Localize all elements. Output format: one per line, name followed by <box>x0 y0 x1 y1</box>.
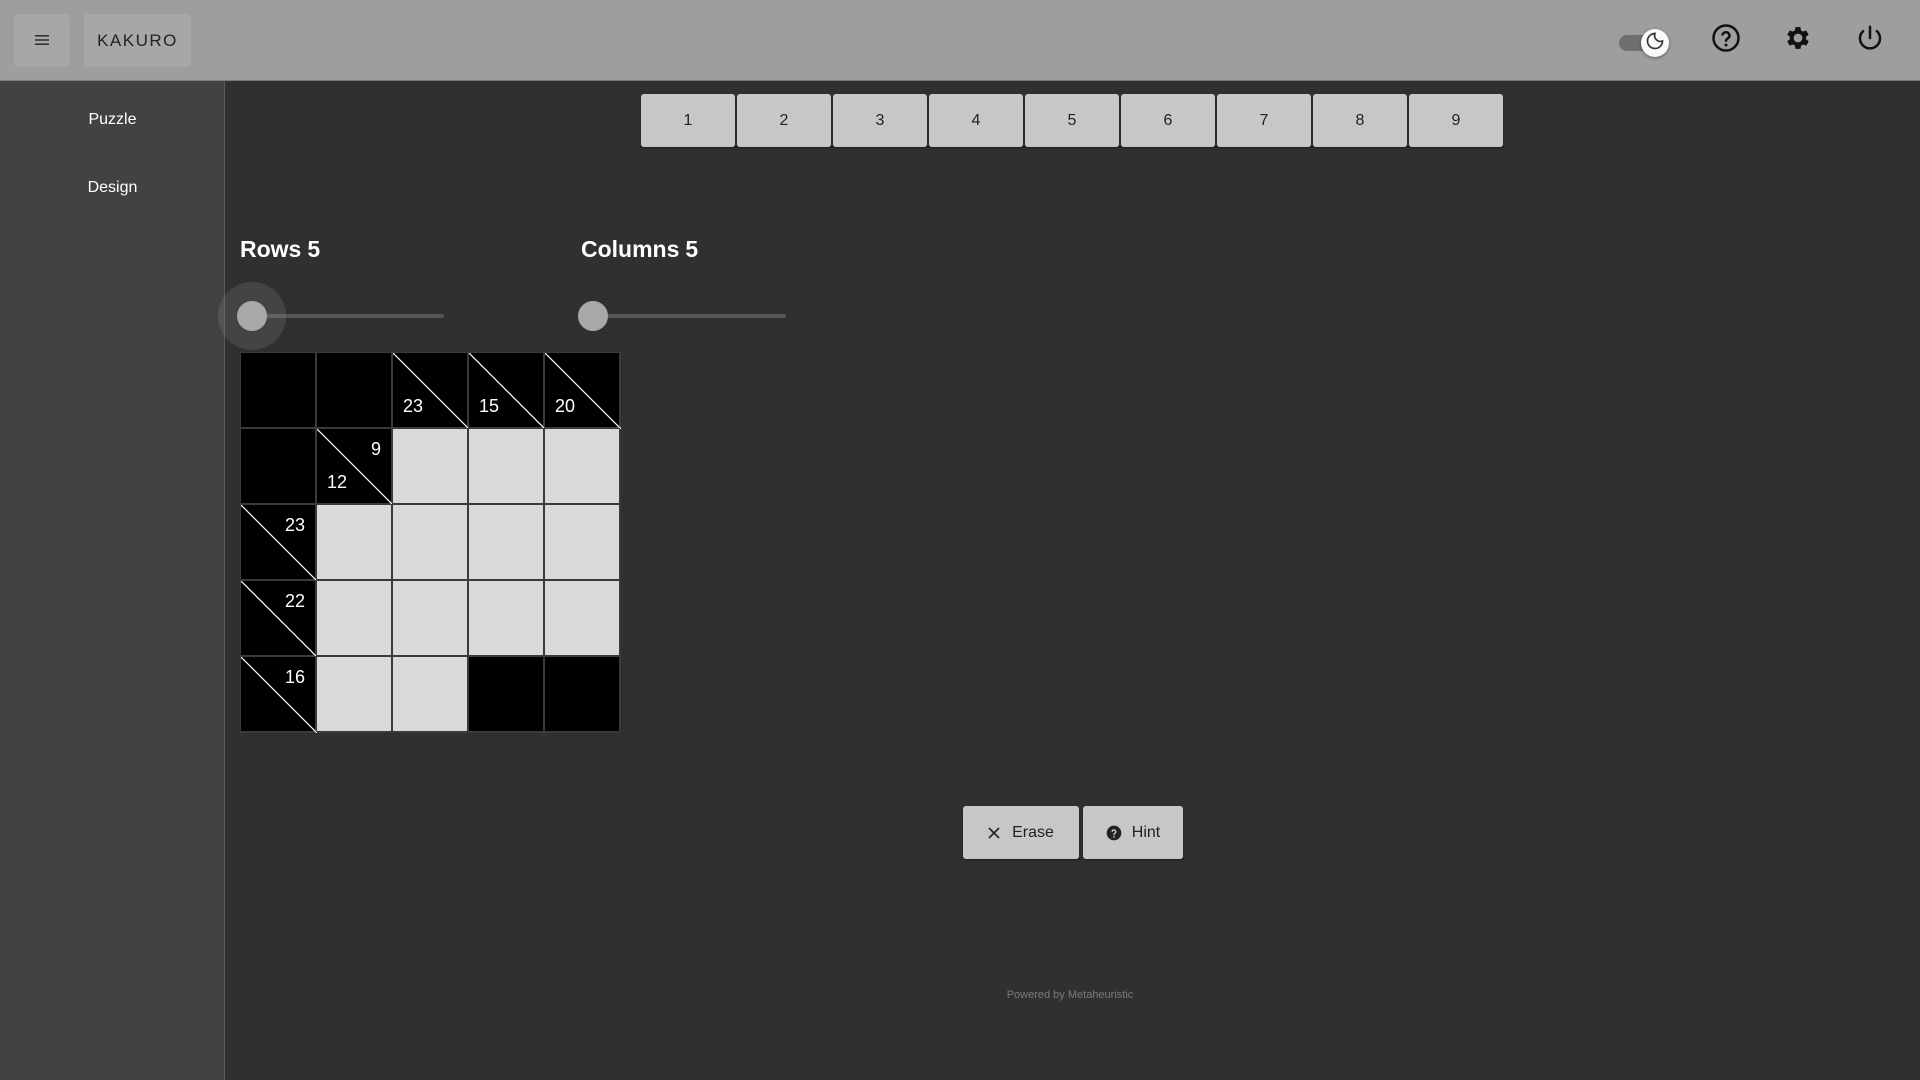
erase-button[interactable]: Erase <box>963 806 1079 859</box>
grid-cell-clue: 22 <box>240 580 317 657</box>
grid-cell-input[interactable] <box>316 504 392 580</box>
number-button-1[interactable]: 1 <box>641 94 735 147</box>
moon-icon <box>1645 31 1665 56</box>
footer-brand-link[interactable]: Metaheuristic <box>1068 989 1133 1001</box>
help-circle-icon <box>1106 825 1122 841</box>
grid-cell-input[interactable] <box>468 504 544 580</box>
clue-diagonal <box>545 353 621 429</box>
sidebar-item-design[interactable]: Design <box>0 179 225 197</box>
number-button-8[interactable]: 8 <box>1313 94 1407 147</box>
clue-diagonal <box>393 353 469 429</box>
clue-diagonal <box>469 353 545 429</box>
help-button[interactable] <box>1708 22 1744 58</box>
number-button-6[interactable]: 6 <box>1121 94 1215 147</box>
grid-cell-clue: 23 <box>240 504 317 581</box>
app-title: KAKURO <box>97 30 178 50</box>
toggle-knob <box>1641 29 1669 57</box>
grid-cell-input[interactable] <box>544 580 620 656</box>
number-button-2[interactable]: 2 <box>737 94 831 147</box>
settings-button[interactable] <box>1780 22 1816 58</box>
clue-across-sum: 9 <box>370 439 381 459</box>
rows-value: 5 <box>307 236 321 262</box>
clue-down-sum: 12 <box>327 472 348 492</box>
grid-cell-blocked <box>240 428 316 504</box>
number-button-3[interactable]: 3 <box>833 94 927 147</box>
grid-cell-input[interactable] <box>544 504 620 580</box>
menu-button[interactable] <box>14 14 70 67</box>
dark-mode-toggle[interactable] <box>1617 26 1673 57</box>
grid-cell-clue: 16 <box>240 656 317 733</box>
hint-button[interactable]: Hint <box>1083 806 1183 859</box>
help-circle-icon <box>1711 23 1741 58</box>
grid-cell-input[interactable] <box>468 580 544 656</box>
clue-down-sum: 23 <box>403 396 424 416</box>
grid-cell-input[interactable] <box>392 656 468 732</box>
grid-cell-input[interactable] <box>544 428 620 504</box>
app-title-button[interactable]: KAKURO <box>84 14 191 67</box>
number-button-4[interactable]: 4 <box>929 94 1023 147</box>
erase-label: Erase <box>1012 823 1054 841</box>
footer-credit: Powered by Metaheuristic <box>960 989 1180 1001</box>
top-app-bar: KAKURO <box>0 0 1920 81</box>
number-button-9[interactable]: 9 <box>1409 94 1503 147</box>
clue-across-sum: 16 <box>284 667 305 687</box>
number-pad: 1 2 3 4 5 6 7 8 9 <box>641 94 1505 147</box>
clue-down-sum: 15 <box>479 396 500 416</box>
grid-cell-input[interactable] <box>392 504 468 580</box>
sidebar-item-puzzle[interactable]: Puzzle <box>0 111 225 129</box>
columns-label-text: Columns <box>581 236 680 262</box>
columns-value: 5 <box>685 236 699 262</box>
grid-cell-blocked <box>468 656 544 732</box>
hint-label: Hint <box>1131 823 1161 841</box>
grid-cell-clue: 23 <box>392 352 469 429</box>
grid-cell-input[interactable] <box>468 428 544 504</box>
columns-slider-track[interactable] <box>594 314 786 318</box>
power-icon <box>1855 23 1885 58</box>
grid-cell-input[interactable] <box>316 656 392 732</box>
rows-slider-thumb[interactable] <box>237 301 267 331</box>
gear-icon <box>1783 23 1813 58</box>
hamburger-icon <box>35 30 49 51</box>
power-button[interactable] <box>1852 22 1888 58</box>
clue-diagonal <box>241 505 317 581</box>
columns-slider-thumb[interactable] <box>578 301 608 331</box>
grid-cell-input[interactable] <box>316 580 392 656</box>
grid-cell-input[interactable] <box>392 428 468 504</box>
grid-cell-blocked <box>544 656 620 732</box>
kakuro-grid: 23 15 20 12 9 23 22 16 <box>240 352 621 733</box>
footer-prefix: Powered by <box>1006 989 1065 1001</box>
grid-cell-clue: 20 <box>544 352 621 429</box>
number-button-7[interactable]: 7 <box>1217 94 1311 147</box>
clue-diagonal <box>241 581 317 657</box>
rows-label-text: Rows <box>240 236 302 262</box>
clue-across-sum: 22 <box>284 591 305 611</box>
number-button-5[interactable]: 5 <box>1025 94 1119 147</box>
rows-label: Rows 5 <box>240 236 320 263</box>
close-icon <box>988 826 1000 839</box>
sidebar: Puzzle Design <box>0 81 225 1080</box>
grid-cell-blocked <box>240 352 316 428</box>
grid-cell-clue: 15 <box>468 352 545 429</box>
grid-cell-blocked <box>316 352 392 428</box>
clue-across-sum: 23 <box>284 515 305 535</box>
clue-diagonal <box>317 429 393 505</box>
grid-cell-input[interactable] <box>392 580 468 656</box>
grid-cell-clue: 12 9 <box>316 428 393 505</box>
clue-down-sum: 20 <box>555 396 576 416</box>
clue-diagonal <box>241 657 317 733</box>
columns-label: Columns 5 <box>581 236 698 263</box>
